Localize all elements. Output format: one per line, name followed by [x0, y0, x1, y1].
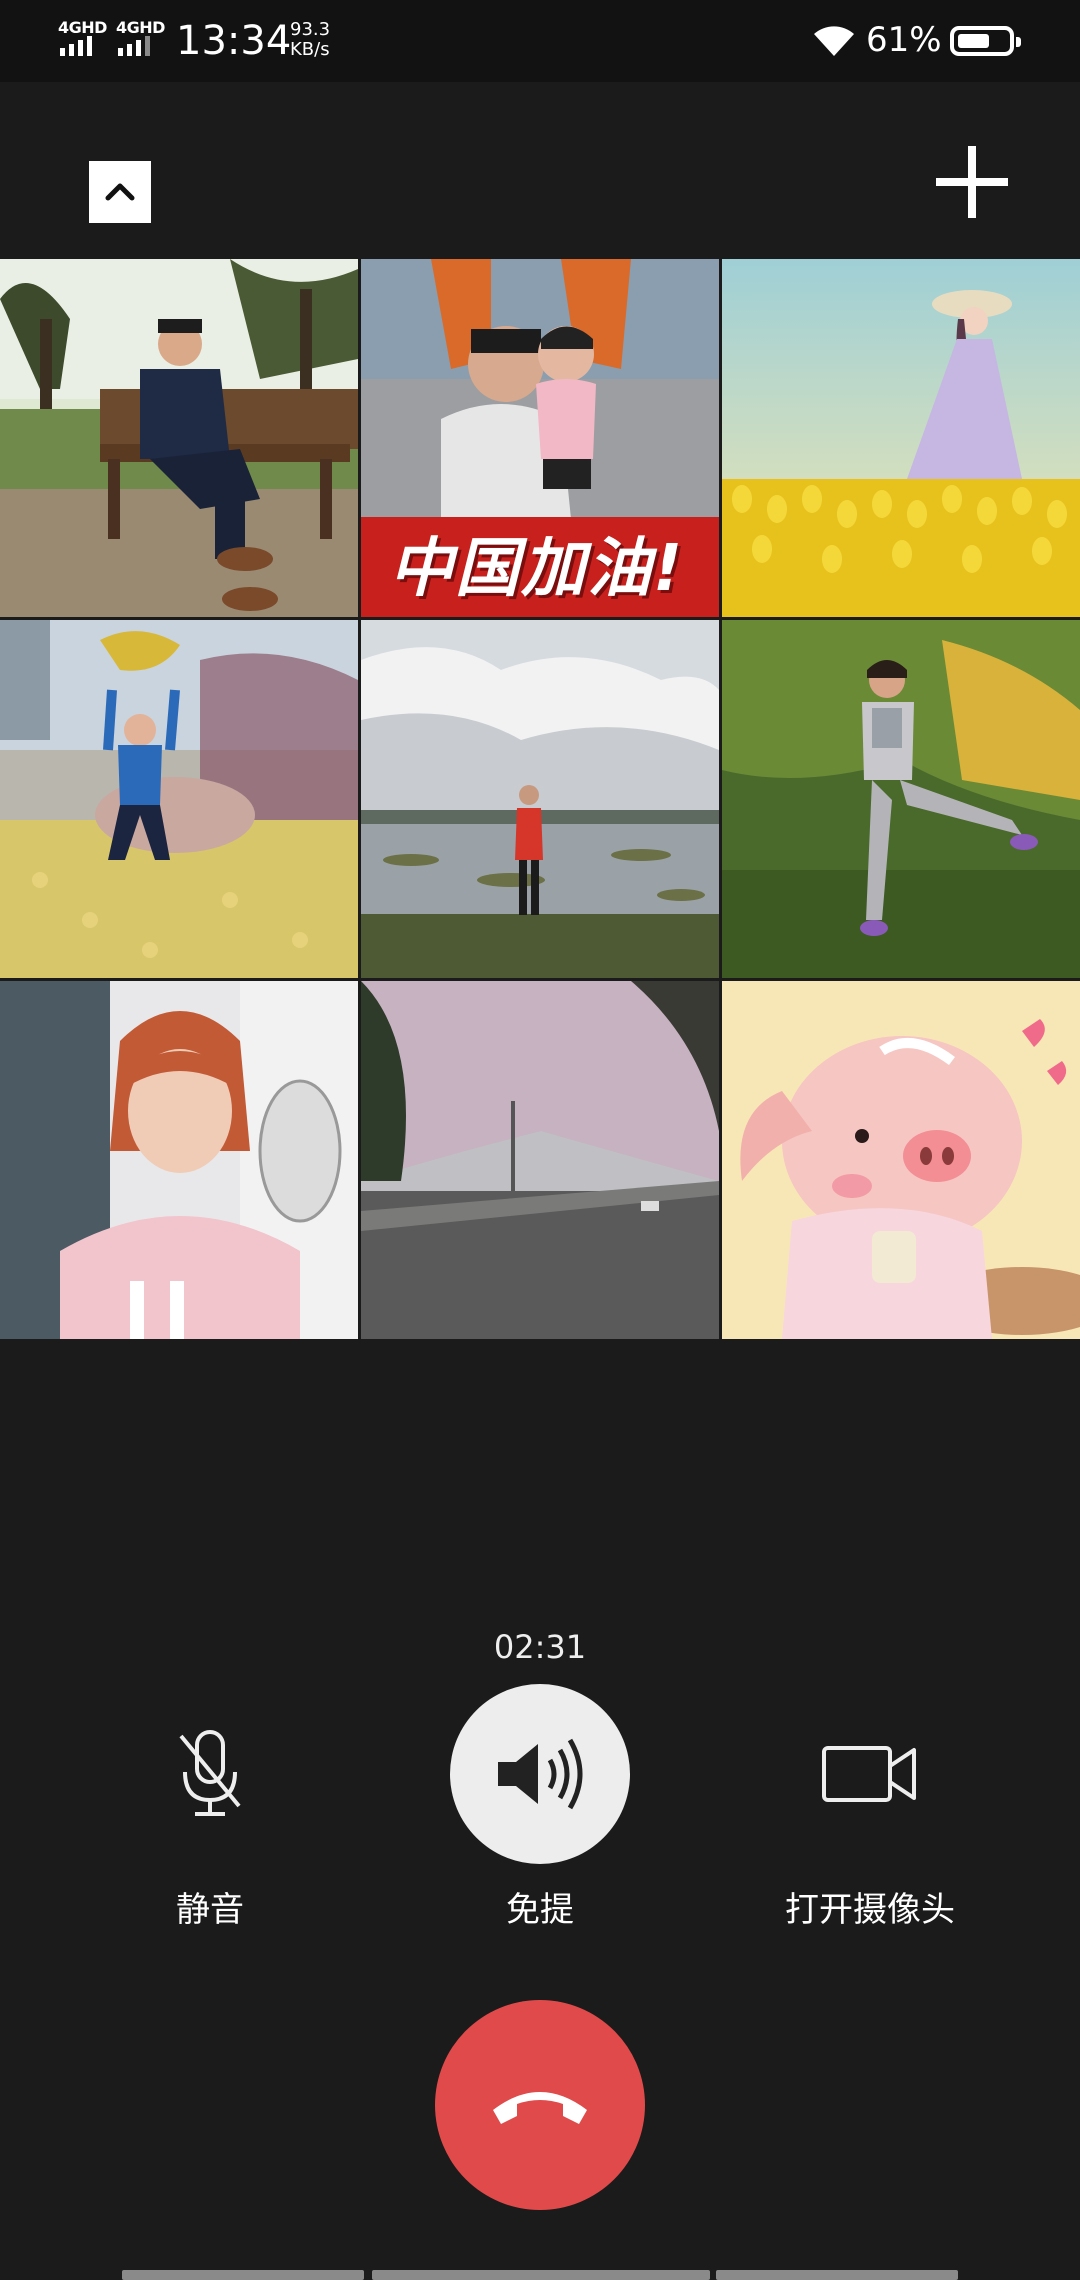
speaker-button[interactable] [450, 1684, 630, 1864]
camera-control[interactable]: 打开摄像头 [720, 1684, 1020, 1931]
network-type-1: 4GHD [58, 18, 107, 37]
participant-photo [722, 259, 1080, 617]
bottom-edge-bars [0, 2270, 1080, 2280]
mute-mic-icon [179, 1730, 241, 1816]
battery-percent: 61% [866, 20, 942, 60]
participant-tile[interactable] [361, 981, 719, 1339]
speaker-label: 免提 [506, 1890, 574, 1930]
participant-photo [361, 981, 719, 1339]
battery-icon [950, 26, 1021, 56]
participant-photo [722, 981, 1080, 1339]
network-speed: 93.3 KB/s [290, 20, 330, 60]
speaker-icon [498, 1738, 583, 1810]
speed-unit: KB/s [290, 39, 330, 60]
participant-tile[interactable] [0, 981, 358, 1339]
call-timer: 02:31 [493, 1628, 587, 1666]
participant-photo [722, 620, 1080, 978]
participant-photo [0, 620, 358, 978]
network-type-2: 4GHD [116, 18, 165, 37]
mute-button[interactable] [120, 1684, 300, 1864]
speaker-control[interactable]: 免提 [390, 1684, 690, 1931]
participant-tile[interactable] [722, 259, 1080, 617]
participant-tile[interactable] [361, 620, 719, 978]
mute-control[interactable]: 静音 [60, 1684, 360, 1931]
participant-photo [0, 981, 358, 1339]
participant-tile[interactable] [0, 620, 358, 978]
participant-tile[interactable] [0, 259, 358, 617]
status-bar: 4GHD 4GHD 13:34 93.3 KB/s 61% [0, 0, 1080, 82]
speed-value: 93.3 [290, 19, 331, 40]
collapse-button[interactable] [89, 161, 151, 223]
camera-button[interactable] [780, 1684, 960, 1864]
banner-text: 中国加油! [389, 532, 685, 606]
mute-label: 静音 [176, 1890, 244, 1930]
participant-photo [0, 259, 358, 617]
video-camera-icon [822, 1746, 916, 1802]
signal-1-icon [60, 36, 92, 56]
participant-grid: 中国加油! [0, 259, 1080, 1339]
participant-tile[interactable]: 中国加油! [361, 259, 719, 617]
collapse-chevron-icon [105, 183, 135, 201]
camera-label: 打开摄像头 [785, 1890, 955, 1930]
add-participant-button[interactable] [936, 146, 1008, 218]
participant-tile[interactable] [722, 981, 1080, 1339]
signal-2-icon [118, 36, 150, 56]
participant-photo [361, 620, 719, 978]
hangup-button[interactable] [435, 2000, 645, 2210]
participant-tile[interactable] [722, 620, 1080, 978]
wifi-icon [814, 26, 854, 56]
clock: 13:34 [176, 18, 292, 64]
hangup-phone-icon [493, 2092, 587, 2124]
